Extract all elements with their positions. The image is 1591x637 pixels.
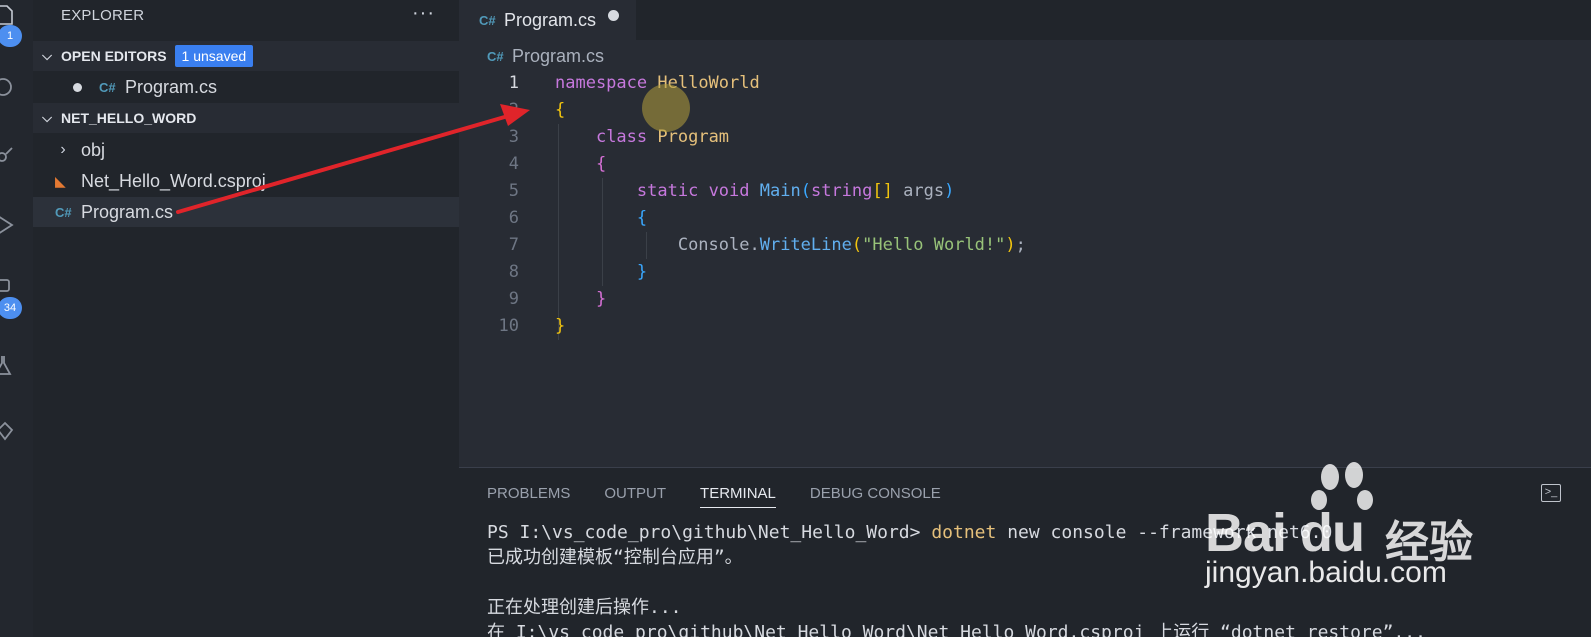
tab-debug-console[interactable]: DEBUG CONSOLE <box>810 485 941 508</box>
more-actions-icon[interactable]: ··· <box>412 2 435 25</box>
code-token: WriteLine <box>759 235 852 255</box>
open-editors-label: OPEN EDITORS <box>61 48 167 64</box>
line-number: 8 <box>508 262 519 282</box>
code-token: static <box>636 181 699 201</box>
project-label: NET_HELLO_WORD <box>61 110 197 126</box>
unsaved-badge: 1 unsaved <box>174 45 254 67</box>
files-icon[interactable] <box>0 4 16 26</box>
explorer-title: EXPLORER <box>61 7 145 24</box>
tree-item-label: Net_Hello_Word.csproj <box>81 170 266 191</box>
cursor-highlight <box>642 84 690 132</box>
code-token: ) <box>944 181 955 201</box>
chevron-down-icon: ⌵ <box>42 48 52 63</box>
unsaved-dot-icon[interactable] <box>608 10 619 21</box>
panel-tabs: PROBLEMS OUTPUT TERMINAL DEBUG CONSOLE <box>487 485 941 508</box>
unsaved-dot-icon[interactable] <box>73 82 82 92</box>
line-number: 10 <box>498 316 519 336</box>
project-section[interactable]: ⌵ NET_HELLO_WORD <box>33 103 459 133</box>
tree-item-obj[interactable]: › obj <box>33 135 459 165</box>
csharp-file-icon: C# <box>479 12 496 28</box>
extensions-icon[interactable] <box>0 277 16 299</box>
code-token: string <box>810 181 873 201</box>
tab-label: Program.cs <box>504 9 597 30</box>
csproj-file-icon: ◣ <box>55 172 66 189</box>
open-editor-item[interactable]: C# Program.cs <box>33 72 459 102</box>
code-token: "Hello World!" <box>862 235 1006 255</box>
open-editor-label: Program.cs <box>125 76 218 97</box>
code-token: class <box>595 127 648 147</box>
vscode-window: 1 34 EXPLORER ··· ⌵ OPEN EDITORS 1 unsav… <box>0 0 1591 637</box>
code-token: { <box>555 100 566 120</box>
bottom-panel: PROBLEMS OUTPUT TERMINAL DEBUG CONSOLE >… <box>459 467 1591 637</box>
terminal-icon[interactable]: >_ <box>1541 484 1561 502</box>
code-token: ) <box>1005 235 1016 255</box>
code-token: { <box>636 208 648 228</box>
tree-item-label: Program.cs <box>81 201 174 222</box>
terminal-command: dotnet <box>931 522 997 543</box>
line-number: 2 <box>508 100 519 120</box>
code-token: void <box>708 181 750 201</box>
breadcrumb[interactable]: C# Program.cs <box>487 46 604 67</box>
remote-icon[interactable] <box>0 420 16 442</box>
terminal-prompt: PS I:\vs_code_pro\github\Net_Hello_Word> <box>487 522 932 543</box>
activity-bar: 1 34 <box>0 0 33 637</box>
editor-area: C# Program.cs C# Program.cs 1 namespace H… <box>459 0 1591 467</box>
line-number: 6 <box>508 208 519 228</box>
tab-program-cs[interactable]: C# Program.cs <box>459 0 636 40</box>
csharp-file-icon: C# <box>55 204 72 220</box>
terminal-line: 已成功创建模板“控制台应用”。 <box>487 547 743 568</box>
csharp-file-icon: C# <box>487 49 504 64</box>
line-number: 7 <box>508 235 519 255</box>
line-number: 5 <box>508 181 519 201</box>
code-token: args <box>892 181 945 201</box>
search-icon[interactable] <box>0 76 16 98</box>
code-token: } <box>555 316 566 336</box>
line-number: 3 <box>508 127 519 147</box>
run-debug-icon[interactable] <box>0 214 16 236</box>
chevron-down-icon: ⌵ <box>42 110 52 125</box>
breadcrumb-label: Program.cs <box>512 46 605 66</box>
terminal-output[interactable]: PS I:\vs_code_pro\github\Net_Hello_Word>… <box>487 520 1426 637</box>
code-token: [] <box>872 181 893 201</box>
tab-output[interactable]: OUTPUT <box>604 485 666 508</box>
csharp-file-icon: C# <box>99 79 116 95</box>
open-editors-section[interactable]: ⌵ OPEN EDITORS 1 unsaved <box>33 41 459 71</box>
tree-item-label: obj <box>81 139 106 160</box>
line-number: 4 <box>508 154 519 174</box>
terminal-line: 在 I:\vs_code_pro\github\Net_Hello_Word\N… <box>487 622 1426 637</box>
tab-bar: C# Program.cs <box>459 0 1591 40</box>
explorer-badge: 1 <box>0 25 22 47</box>
code-token: } <box>595 289 607 309</box>
chevron-right-icon: › <box>60 141 66 158</box>
code-token: namespace <box>555 73 648 93</box>
code-token: ( <box>800 181 811 201</box>
testing-icon[interactable] <box>0 354 16 376</box>
explorer-sidebar: EXPLORER ··· ⌵ OPEN EDITORS 1 unsaved C#… <box>33 0 459 637</box>
code-token: ; <box>1015 235 1026 255</box>
code-token: } <box>636 262 648 282</box>
code-token: Main <box>759 181 801 201</box>
code-token: ( <box>851 235 863 255</box>
source-control-icon[interactable] <box>0 146 16 168</box>
terminal-command-args: new console --framework net6.0 <box>996 522 1333 543</box>
tab-problems[interactable]: PROBLEMS <box>487 485 570 508</box>
extensions-badge: 34 <box>0 297 22 319</box>
tree-item-program[interactable]: C# Program.cs <box>33 197 459 227</box>
terminal-line: 正在处理创建后操作... <box>487 597 682 618</box>
tab-terminal[interactable]: TERMINAL <box>700 485 776 508</box>
tree-item-csproj[interactable]: ◣ Net_Hello_Word.csproj <box>33 166 459 196</box>
line-number: 1 <box>508 73 519 93</box>
code-editor[interactable]: 1 namespace HelloWorld 2{ 3 class Program… <box>459 70 1591 340</box>
code-token: Console. <box>677 235 760 255</box>
line-number: 9 <box>508 289 519 309</box>
code-token: { <box>595 154 607 174</box>
